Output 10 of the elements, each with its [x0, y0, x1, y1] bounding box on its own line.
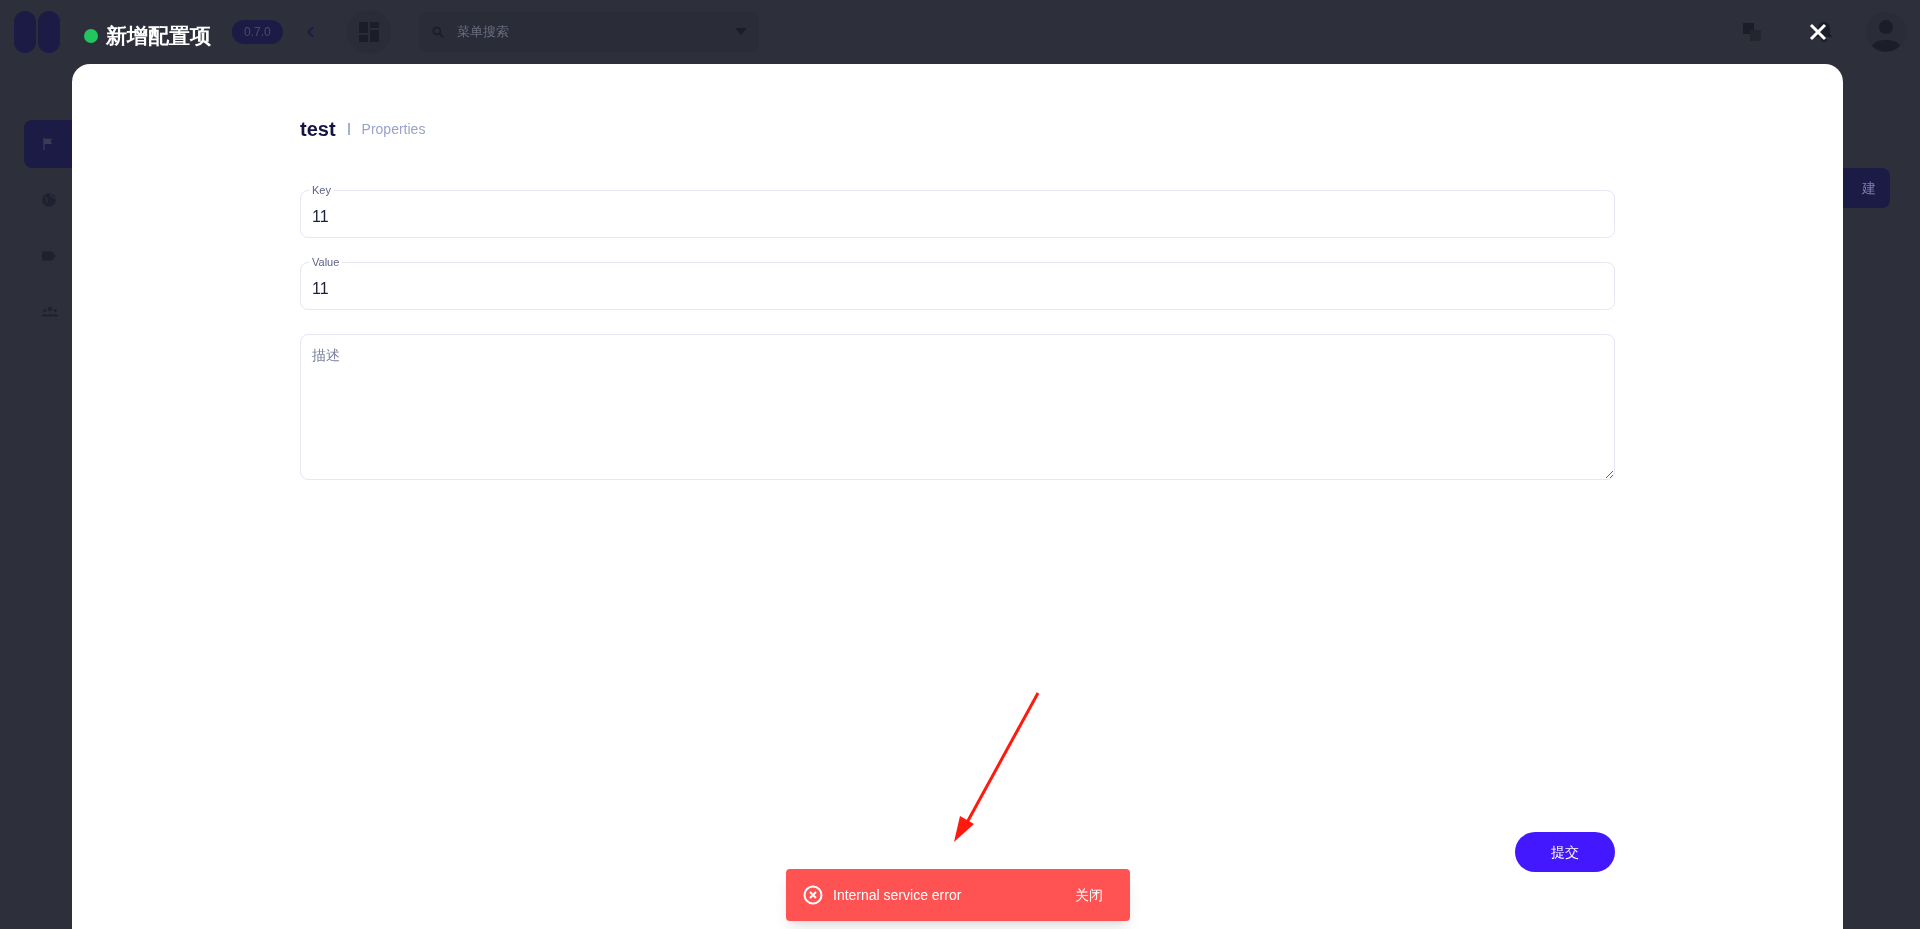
close-icon [1809, 23, 1827, 41]
subheading: Properties [361, 119, 426, 139]
description-field[interactable]: 描述 [300, 334, 1615, 480]
submit-button[interactable]: 提交 [1515, 832, 1615, 872]
heading: test [300, 117, 336, 142]
bell-icon[interactable] [1814, 21, 1834, 43]
dialog-title: 新增配置项 [106, 23, 211, 49]
error-icon [803, 885, 823, 905]
status-dot-icon [84, 28, 98, 43]
toast-message: Internal service error [833, 885, 963, 905]
